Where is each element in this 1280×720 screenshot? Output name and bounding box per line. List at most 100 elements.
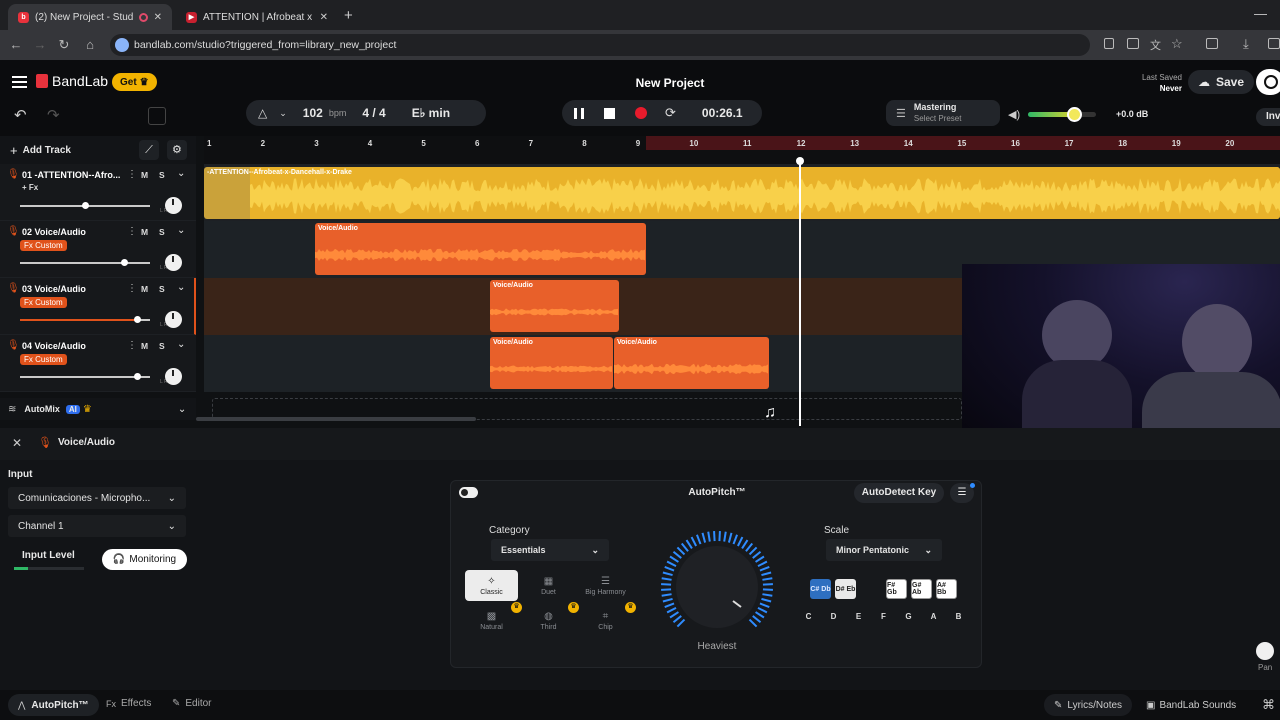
close-tab-icon[interactable]: ✕ <box>320 12 328 23</box>
track-volume-slider[interactable] <box>20 373 150 380</box>
track-name[interactable]: 03 Voice/Audio <box>22 284 86 294</box>
effects-tab[interactable]: Fx Effects <box>106 698 151 709</box>
track-header[interactable]: 🎙 04 Voice/Audio ⋮ M S ⌄ Fx Custom L R <box>0 335 196 392</box>
audio-clip[interactable]: Voice/Audio <box>315 223 646 275</box>
pan-knob[interactable] <box>165 311 182 328</box>
chevron-down-icon[interactable]: ⌄ <box>177 225 185 236</box>
track-more-icon[interactable]: ⋮ <box>127 169 137 180</box>
track-volume-slider[interactable] <box>20 316 150 323</box>
pause-icon[interactable] <box>574 107 584 119</box>
input-device-select[interactable]: Comunicaciones - Micropho... ⌄ <box>8 487 186 509</box>
loop-icon[interactable]: ⟳ <box>665 105 676 121</box>
metronome-dropdown-icon[interactable]: ⌄ <box>279 108 287 119</box>
track-header[interactable]: 🎙 02 Voice/Audio ⋮ M S ⌄ Fx Custom L R <box>0 221 196 278</box>
url-input[interactable]: bandlab.com/studio?triggered_from=librar… <box>110 34 1090 56</box>
add-music-note-icon[interactable]: ♫ <box>764 404 776 422</box>
volume-knob[interactable] <box>134 373 141 380</box>
undo-icon[interactable]: ↶ <box>14 106 27 124</box>
translate-icon[interactable]: 文 <box>1150 37 1161 53</box>
back-icon[interactable]: ← <box>8 37 24 53</box>
tab-attention[interactable]: ▶ ATTENTION | Afrobeat x Da ✕ <box>176 4 338 30</box>
mute-button[interactable]: M <box>141 341 148 351</box>
project-title[interactable]: New Project <box>0 76 1280 90</box>
playhead-handle[interactable] <box>796 157 804 165</box>
pan-knob[interactable] <box>165 368 182 385</box>
automix-row[interactable]: ≋ AutoMix AI ♛ ⌄ <box>0 398 196 420</box>
command-icon[interactable]: ⌘ <box>1262 697 1275 713</box>
track-volume-slider[interactable] <box>20 202 150 209</box>
close-panel-icon[interactable]: ✕ <box>12 436 22 450</box>
track-more-icon[interactable]: ⋮ <box>127 283 137 294</box>
key-g-sharp[interactable]: G# Ab <box>911 579 932 599</box>
volume-knob[interactable] <box>121 259 128 266</box>
audio-clip[interactable]: -ATTENTION--Afrobeat-x-Dancehall-x-Drake <box>204 167 1280 219</box>
lyrics-notes-button[interactable]: ✎ Lyrics/Notes <box>1044 694 1133 716</box>
fx-badge[interactable]: Fx Custom <box>20 354 67 365</box>
mute-button[interactable]: M <box>141 170 148 180</box>
volume-speaker-icon[interactable]: ◀) <box>1008 108 1020 121</box>
globe-publish-button[interactable] <box>1256 69 1280 95</box>
tab-grid-icon[interactable] <box>1104 38 1114 49</box>
pan-knob[interactable] <box>165 197 182 214</box>
correction-knob[interactable] <box>661 531 781 651</box>
chevron-down-icon[interactable]: ⌄ <box>177 282 185 293</box>
instrument-grid-icon[interactable] <box>148 107 166 125</box>
bandlab-sounds-button[interactable]: ▣ BandLab Sounds <box>1140 694 1242 716</box>
track-lane-1[interactable]: -ATTENTION--Afrobeat-x-Dancehall-x-Drake <box>204 164 1280 221</box>
key-signature[interactable]: E♭ min <box>412 106 450 120</box>
pan-knob[interactable] <box>165 254 182 271</box>
volume-knob[interactable] <box>134 316 141 323</box>
metronome-icon[interactable]: △ <box>258 106 267 120</box>
home-icon[interactable]: ⌂ <box>82 37 98 53</box>
chevron-down-icon[interactable]: ⌄ <box>177 168 185 179</box>
mastering-button[interactable]: ☰ Mastering Select Preset <box>886 100 1000 126</box>
scale-select[interactable]: Minor Pentatonic ⌄ <box>826 539 942 561</box>
forward-icon[interactable]: → <box>32 37 48 53</box>
add-fx-button[interactable]: + Fx <box>22 183 38 192</box>
master-volume-knob[interactable] <box>1067 107 1083 122</box>
key-c-sharp[interactable]: C# Db <box>810 579 831 599</box>
new-tab-icon[interactable]: + <box>344 7 353 24</box>
track-name[interactable]: 04 Voice/Audio <box>22 341 86 351</box>
reload-icon[interactable]: ↻ <box>56 37 72 53</box>
track-header[interactable]: 🎙 03 Voice/Audio ⋮ M S ⌄ Fx Custom L R <box>0 278 196 335</box>
key-f-sharp[interactable]: F# Gb <box>886 579 907 599</box>
autodetect-key-button[interactable]: AutoDetect Key <box>854 483 944 503</box>
audio-clip[interactable]: Voice/Audio <box>490 337 613 389</box>
key-c[interactable]: C <box>796 612 821 621</box>
channel-select[interactable]: Channel 1 ⌄ <box>8 515 186 537</box>
solo-button[interactable]: S <box>159 227 165 237</box>
key-f[interactable]: F <box>871 612 896 621</box>
tracks-settings-icon[interactable]: ⚙ <box>166 140 187 160</box>
download-icon[interactable]: ⤓ <box>1243 36 1249 52</box>
key-g[interactable]: G <box>896 612 921 621</box>
solo-button[interactable]: S <box>159 284 165 294</box>
magic-wand-icon[interactable]: ⟋ <box>138 140 159 160</box>
mute-button[interactable]: M <box>141 227 148 237</box>
volume-knob[interactable] <box>82 202 89 209</box>
horizontal-scrollbar[interactable] <box>196 417 476 421</box>
key-d-sharp[interactable]: D# Eb <box>835 579 856 599</box>
bpm-value[interactable]: 102 <box>303 106 323 120</box>
bookmark-star-icon[interactable]: ☆ <box>1171 36 1183 52</box>
preset-natural[interactable]: ▩ Natural <box>465 605 518 636</box>
key-e[interactable]: E <box>846 612 871 621</box>
chevron-down-icon[interactable]: ⌄ <box>177 339 185 350</box>
redo-icon[interactable]: ↷ <box>47 106 60 124</box>
audio-clip[interactable]: Voice/Audio <box>490 280 619 332</box>
invite-button[interactable]: Inv <box>1256 108 1280 126</box>
stop-icon[interactable] <box>604 107 615 119</box>
record-icon[interactable] <box>635 107 647 119</box>
sidepanel-icon[interactable] <box>1206 38 1218 49</box>
chevron-down-icon[interactable]: ⌄ <box>178 404 186 415</box>
minimize-icon[interactable]: — <box>1254 6 1267 21</box>
track-more-icon[interactable]: ⋮ <box>127 340 137 351</box>
track-more-icon[interactable]: ⋮ <box>127 226 137 237</box>
key-a-sharp[interactable]: A# Bb <box>936 579 957 599</box>
preset-chip[interactable]: ⌗ Chip <box>579 605 632 636</box>
solo-button[interactable]: S <box>159 170 165 180</box>
solo-button[interactable]: S <box>159 341 165 351</box>
category-select[interactable]: Essentials ⌄ <box>491 539 609 561</box>
key-d[interactable]: D <box>821 612 846 621</box>
fx-badge[interactable]: Fx Custom <box>20 297 67 308</box>
